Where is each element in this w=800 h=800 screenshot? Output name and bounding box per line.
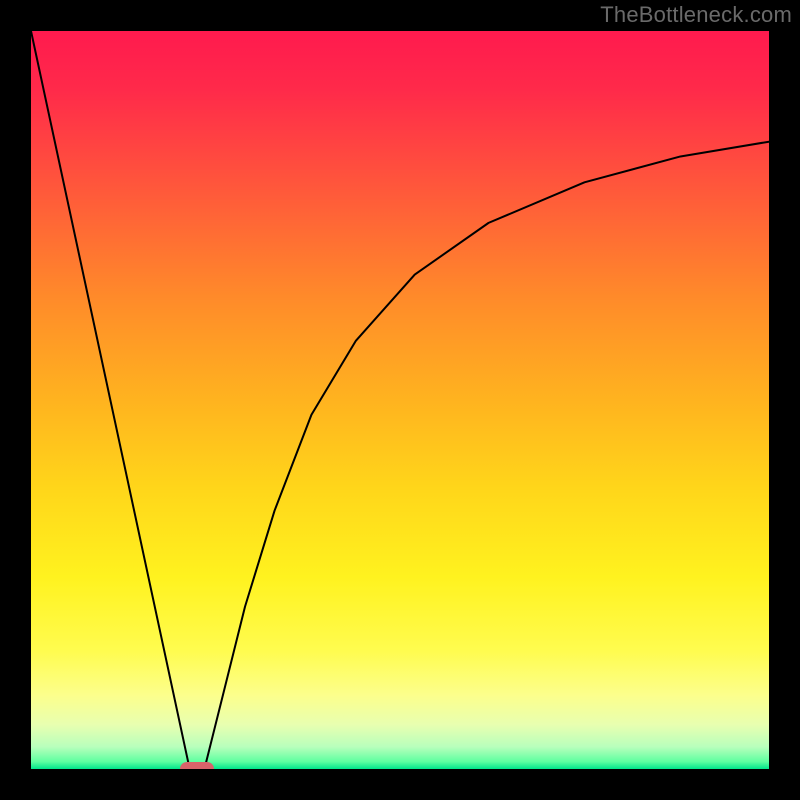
chart-frame: TheBottleneck.com [0,0,800,800]
plot-area [31,31,769,769]
watermark-label: TheBottleneck.com [600,2,792,28]
curve-layer [31,31,769,769]
series-right-curve [204,142,769,769]
minimum-marker [180,762,214,769]
series-left-line [31,31,190,769]
